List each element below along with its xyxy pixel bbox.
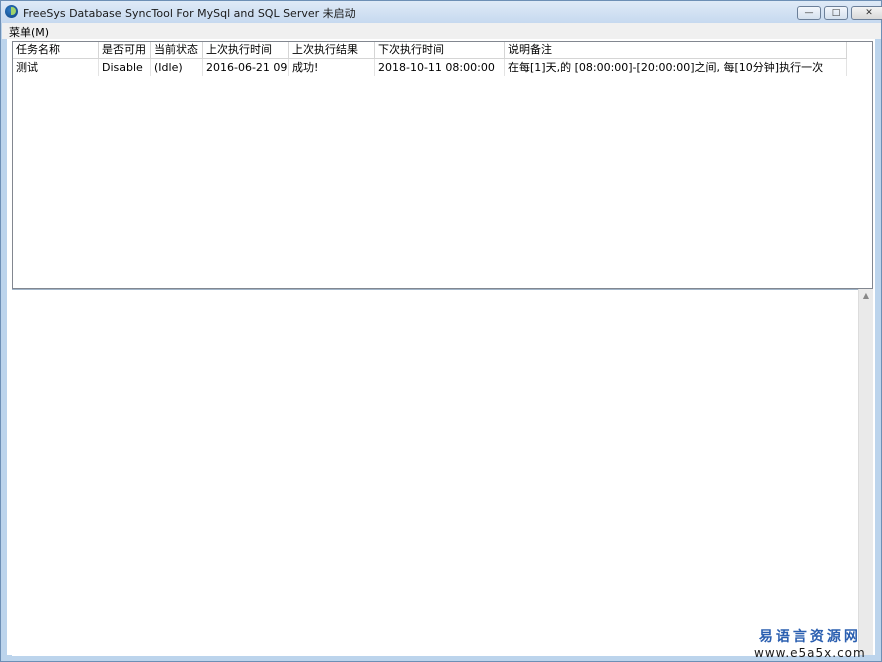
minimize-icon: — xyxy=(804,8,814,18)
column-header-last-run-time[interactable]: 上次执行时间 xyxy=(203,42,289,58)
column-header-status[interactable]: 当前状态 xyxy=(151,42,203,58)
watermark: 易语言资源网 www.e5a5x.com xyxy=(754,626,866,660)
menu-bar: 菜单(M) xyxy=(2,23,881,39)
cell-remarks: 在每[1]天,的 [08:00:00]-[20:00:00]之间, 每[10分钟… xyxy=(505,59,847,76)
cell-task-name: 测试 xyxy=(13,59,99,76)
column-header-task-name[interactable]: 任务名称 xyxy=(13,42,99,58)
client-area: 任务名称 是否可用 当前状态 上次执行时间 上次执行结果 下次执行时间 说明备注… xyxy=(7,39,875,656)
cell-last-run-result: 成功! xyxy=(289,59,375,76)
app-icon xyxy=(5,5,18,18)
close-icon: ✕ xyxy=(865,8,873,18)
close-button[interactable]: ✕ xyxy=(851,6,882,20)
cell-next-run-time: 2018-10-11 08:00:00 xyxy=(375,59,505,76)
cell-enabled: Disable xyxy=(99,59,151,76)
maximize-button[interactable]: □ xyxy=(824,6,848,20)
app-window: FreeSys Database SyncTool For MySql and … xyxy=(0,0,882,662)
column-header-enabled[interactable]: 是否可用 xyxy=(99,42,151,58)
log-scrollbar[interactable]: ▲ xyxy=(858,289,873,655)
cell-last-run-time: 2016-06-21 09:4 xyxy=(203,59,289,76)
minimize-button[interactable]: — xyxy=(797,6,821,20)
menu-main[interactable]: 菜单(M) xyxy=(9,24,49,40)
column-header-remarks[interactable]: 说明备注 xyxy=(505,42,847,58)
log-textarea[interactable] xyxy=(12,289,858,656)
list-header: 任务名称 是否可用 当前状态 上次执行时间 上次执行结果 下次执行时间 说明备注 xyxy=(13,42,847,59)
title-bar[interactable]: FreeSys Database SyncTool For MySql and … xyxy=(1,1,882,23)
task-list[interactable]: 任务名称 是否可用 当前状态 上次执行时间 上次执行结果 下次执行时间 说明备注… xyxy=(12,41,873,289)
maximize-icon: □ xyxy=(831,8,841,18)
window-title: FreeSys Database SyncTool For MySql and … xyxy=(23,7,356,20)
cell-status: (Idle) xyxy=(151,59,203,76)
watermark-title: 易语言资源网 xyxy=(758,629,861,645)
watermark-url: www.e5a5x.com xyxy=(754,646,866,660)
column-header-last-run-result[interactable]: 上次执行结果 xyxy=(289,42,375,58)
column-header-next-run-time[interactable]: 下次执行时间 xyxy=(375,42,505,58)
scroll-up-icon[interactable]: ▲ xyxy=(859,291,873,300)
table-row[interactable]: 测试 Disable (Idle) 2016-06-21 09:4 成功! 20… xyxy=(13,59,847,76)
